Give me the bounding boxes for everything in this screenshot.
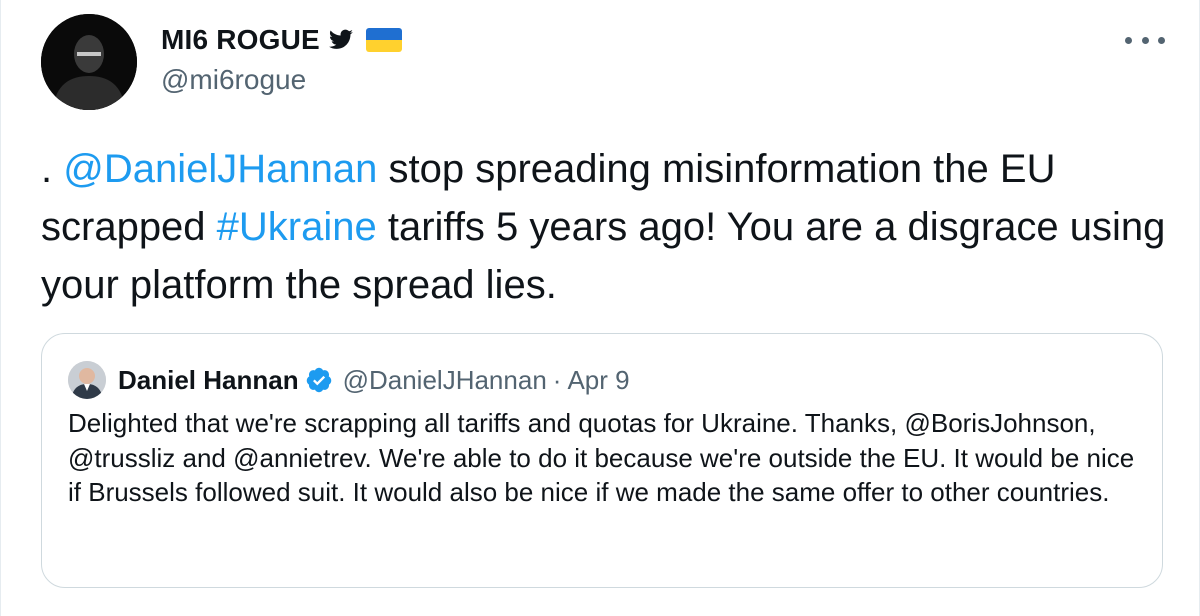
twitter-bird-icon — [329, 29, 353, 49]
more-horizontal-icon-dot — [1158, 36, 1165, 44]
verified-badge-icon — [306, 367, 331, 393]
more-options-button[interactable] — [1125, 30, 1165, 50]
tweet-card: MI6 ROGUE @mi6rogue . @DanielJHannan sto… — [0, 0, 1200, 616]
tweet-text: . @DanielJHannan stop spreading misinfor… — [41, 140, 1171, 314]
mention-link[interactable]: @DanielJHannan — [63, 147, 377, 191]
quoted-tweet[interactable]: Daniel Hannan @DanielJHannan · Apr 9 Del… — [41, 333, 1163, 588]
author-handle[interactable]: @mi6rogue — [161, 64, 402, 96]
author-avatar[interactable] — [41, 14, 137, 110]
author-block: MI6 ROGUE @mi6rogue — [161, 20, 402, 96]
quoted-tweet-date[interactable]: Apr 9 — [567, 365, 629, 396]
silhouette-avatar-image — [41, 14, 137, 110]
more-horizontal-icon-dot — [1125, 36, 1132, 44]
more-horizontal-icon-dot — [1141, 36, 1149, 44]
person-avatar-image — [68, 361, 106, 399]
author-name-row: MI6 ROGUE — [161, 20, 402, 60]
tweet-text-prefix: . — [41, 147, 64, 191]
quoted-author-handle[interactable]: @DanielJHannan — [343, 365, 547, 396]
quoted-author-avatar[interactable] — [68, 361, 106, 399]
quoted-author-name[interactable]: Daniel Hannan — [118, 365, 299, 396]
dot-separator: · — [552, 364, 562, 395]
quoted-tweet-header: Daniel Hannan @DanielJHannan · Apr 9 — [68, 360, 630, 400]
ukraine-flag-icon — [365, 28, 402, 52]
hashtag-link[interactable]: #Ukraine — [217, 205, 377, 249]
quoted-tweet-text: Delighted that we're scrapping all tarif… — [68, 408, 1135, 507]
author-name[interactable]: MI6 ROGUE — [161, 24, 320, 56]
